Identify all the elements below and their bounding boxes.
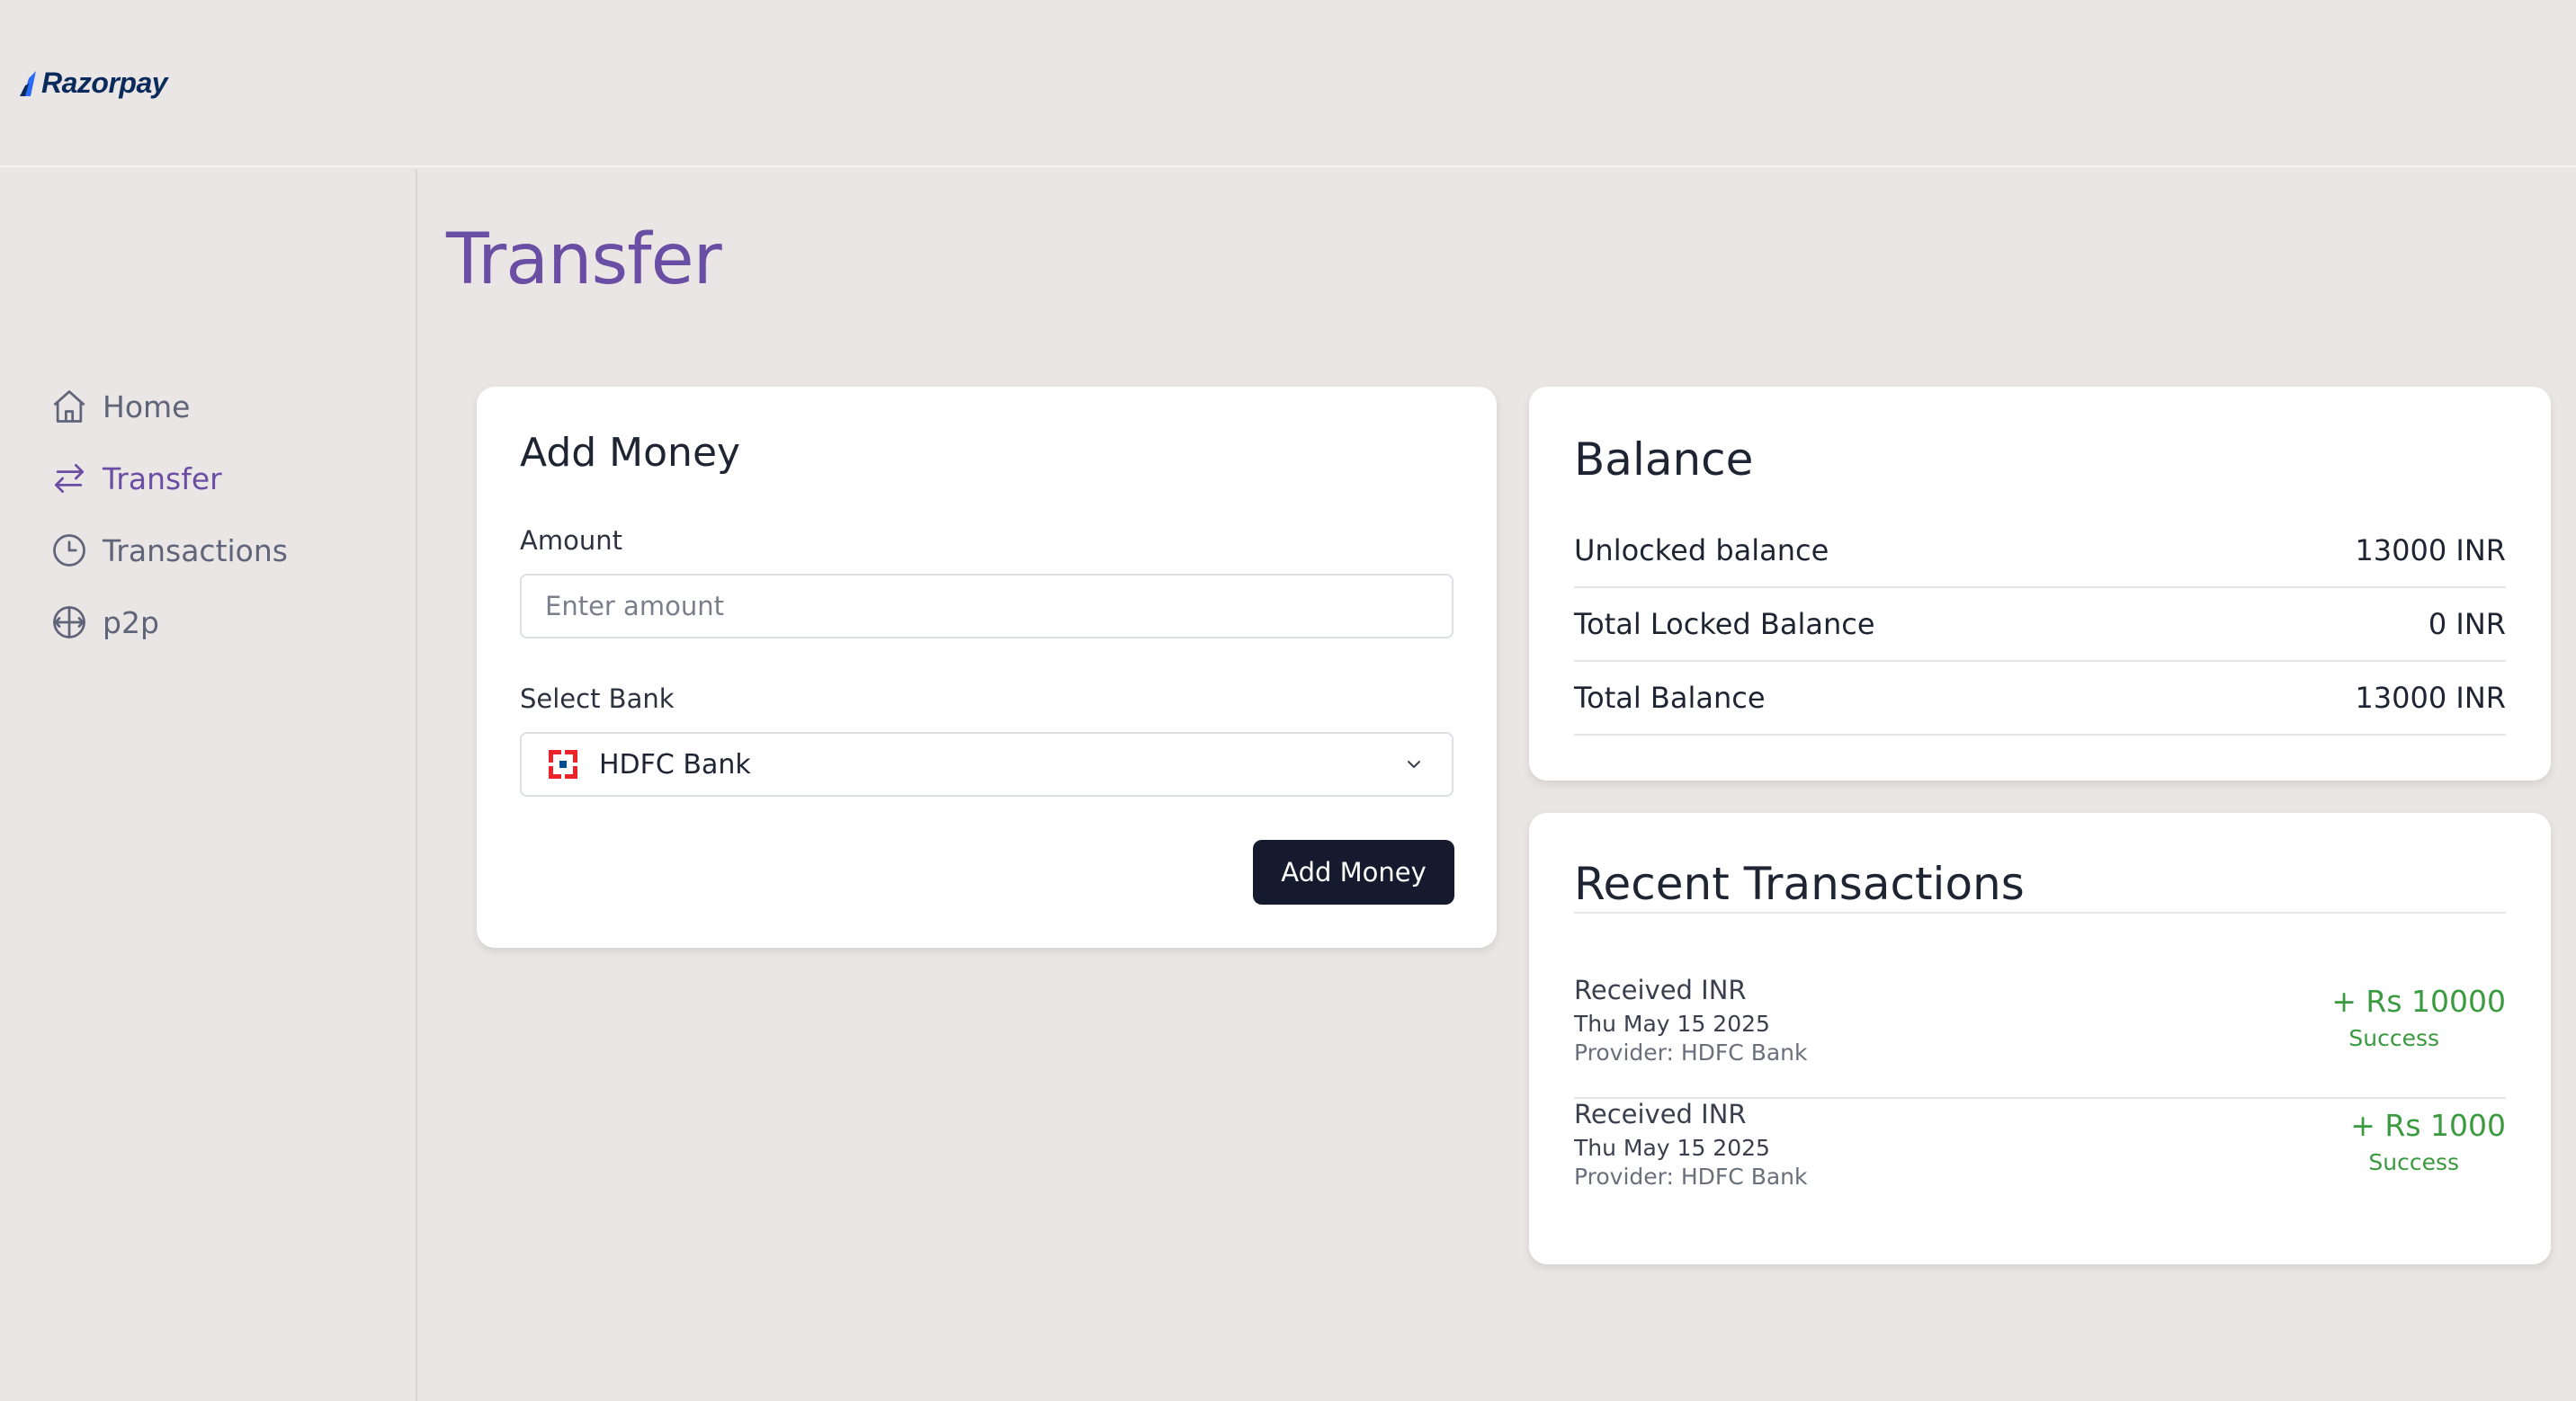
transaction-amount: + Rs 1000 bbox=[2350, 1108, 2506, 1143]
divider bbox=[1574, 912, 2506, 914]
balance-title: Balance bbox=[1574, 433, 1754, 486]
bank-select[interactable]: HDFC Bank bbox=[520, 732, 1453, 797]
sidebar-item-transfer[interactable]: Transfer bbox=[49, 455, 222, 502]
clock-icon bbox=[49, 530, 90, 571]
balance-value: 0 INR bbox=[2428, 607, 2506, 641]
razorpay-logo[interactable]: Razorpay bbox=[20, 63, 168, 103]
transaction-provider: Provider: HDFC Bank bbox=[1574, 1164, 1808, 1190]
transaction-status: Success bbox=[2348, 1025, 2439, 1051]
transaction-date: Thu May 15 2025 bbox=[1574, 1135, 1770, 1161]
add-money-title: Add Money bbox=[520, 430, 741, 476]
home-icon bbox=[49, 386, 90, 427]
transaction-amount: + Rs 10000 bbox=[2331, 984, 2506, 1019]
balance-row-total: Total Balance 13000 INR bbox=[1574, 662, 2506, 736]
sidebar-item-transactions[interactable]: Transactions bbox=[49, 527, 288, 574]
sidebar-item-label: p2p bbox=[103, 604, 159, 640]
sidebar: Home Transfer Transactions p2p bbox=[0, 169, 417, 1401]
bank-select-value: HDFC Bank bbox=[599, 748, 751, 781]
sidebar-item-home[interactable]: Home bbox=[49, 383, 190, 430]
sidebar-item-p2p[interactable]: p2p bbox=[49, 599, 159, 646]
chevron-down-icon bbox=[1408, 761, 1420, 768]
sidebar-item-label: Transactions bbox=[103, 532, 288, 568]
add-money-button[interactable]: Add Money bbox=[1253, 840, 1454, 905]
balance-label: Total Balance bbox=[1574, 681, 1766, 715]
balance-value: 13000 INR bbox=[2355, 681, 2506, 715]
brand-name: Razorpay bbox=[41, 66, 168, 99]
transaction-title: Received INR bbox=[1574, 975, 1747, 1005]
recent-transactions-title: Recent Transactions bbox=[1574, 858, 2025, 910]
sidebar-item-label: Home bbox=[103, 388, 191, 424]
balance-value: 13000 INR bbox=[2355, 533, 2506, 567]
transaction-row: Received INR Thu May 15 2025 Provider: H… bbox=[1574, 975, 2506, 1099]
transaction-row: Received INR Thu May 15 2025 Provider: H… bbox=[1574, 1099, 2506, 1223]
transaction-status: Success bbox=[2368, 1149, 2459, 1175]
balance-row-unlocked: Unlocked balance 13000 INR bbox=[1574, 514, 2506, 588]
transaction-title: Received INR bbox=[1574, 1099, 1747, 1129]
sidebar-item-label: Transfer bbox=[103, 460, 222, 496]
top-bar: Razorpay bbox=[0, 0, 2576, 167]
amount-label: Amount bbox=[520, 525, 622, 556]
balance-label: Unlocked balance bbox=[1574, 533, 1829, 567]
hdfc-bank-logo-icon bbox=[549, 750, 577, 779]
transaction-date: Thu May 15 2025 bbox=[1574, 1011, 1770, 1037]
balance-label: Total Locked Balance bbox=[1574, 607, 1875, 641]
transaction-provider: Provider: HDFC Bank bbox=[1574, 1040, 1808, 1066]
transfer-icon bbox=[49, 458, 90, 499]
recent-transactions-card: Recent Transactions Received INR Thu May… bbox=[1529, 813, 2551, 1264]
select-bank-label: Select Bank bbox=[520, 683, 675, 714]
page-title: Transfer bbox=[446, 219, 722, 300]
add-money-card: Add Money Amount Select Bank HDFC Bank A… bbox=[477, 387, 1497, 948]
razorpay-logo-icon bbox=[20, 71, 36, 96]
balance-card: Balance Unlocked balance 13000 INR Total… bbox=[1529, 387, 2551, 781]
balance-row-locked: Total Locked Balance 0 INR bbox=[1574, 588, 2506, 662]
p2p-icon bbox=[49, 602, 90, 643]
amount-input[interactable] bbox=[520, 574, 1453, 638]
